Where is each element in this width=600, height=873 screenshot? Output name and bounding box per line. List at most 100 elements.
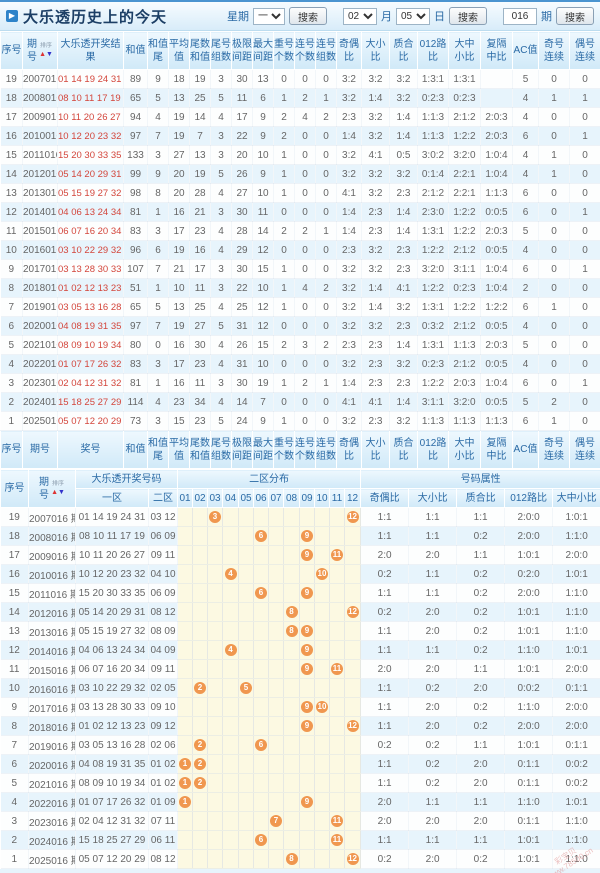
stat-cell: 0 [316, 203, 337, 222]
column-header: 平均值 [169, 32, 190, 70]
column-header: 和值 [124, 32, 148, 70]
issue-search-button[interactable]: 搜索 [556, 7, 594, 25]
stat-cell: 4 [295, 279, 316, 298]
attr-cell: 1:1:0 [553, 812, 600, 831]
stat-cell: 21 [169, 260, 190, 279]
attr-cell: 0:2 [457, 850, 505, 869]
sort-desc-icon[interactable]: ▼ [46, 51, 53, 58]
stat-cell: 2:1:2 [449, 241, 481, 260]
sort-asc-icon[interactable]: ▲ [51, 489, 58, 496]
zone-cell [223, 774, 239, 793]
attr-cell: 1:1:0 [553, 831, 600, 850]
zone-cell [345, 831, 361, 850]
table-row: 11201501606 07 16 20 34 09 1183317234281… [1, 222, 600, 241]
stat-cell: 4 [211, 336, 232, 355]
stat-cell: 6 [513, 298, 539, 317]
column-header: 复隔中比 [481, 32, 513, 70]
stat-cell: 1:1:3 [449, 336, 481, 355]
zone-cell [254, 679, 269, 698]
zone-cell: 2 [193, 679, 208, 698]
zone-cell [345, 755, 361, 774]
column-header: 09 [300, 489, 315, 508]
number-ball: 9 [301, 625, 313, 637]
zone-cell [223, 622, 239, 641]
row-issue: 2020016 [23, 317, 58, 336]
week-search-button[interactable]: 搜索 [289, 7, 327, 25]
front-numbers: 03 10 22 29 32 [58, 245, 121, 256]
zone-cell [193, 793, 208, 812]
column-header: 和值尾 [148, 431, 169, 469]
stat-cell: 2 [316, 108, 337, 127]
back-zone-numbers: 03 12 [149, 508, 178, 527]
stat-cell: 3 [148, 355, 169, 374]
zone-cell [223, 660, 239, 679]
zone-cell [315, 793, 330, 812]
stat-cell: 1:1:3 [418, 108, 449, 127]
zone-cell [284, 717, 300, 736]
zone-cell [345, 584, 361, 603]
stat-cell: 30 [232, 203, 253, 222]
zone-cell [330, 622, 345, 641]
stat-cell: 3:2 [362, 317, 390, 336]
zone-cell [284, 660, 300, 679]
row-seq: 15 [1, 584, 29, 603]
column-header: 尾数和值 [190, 431, 211, 469]
table-row: 92017016 期03 13 28 30 3309 109101:12:00:… [1, 698, 600, 717]
week-select[interactable]: 一 [253, 8, 285, 25]
zone-cell [178, 717, 193, 736]
column-header: 一区 [76, 489, 149, 508]
month-select[interactable]: 02 [343, 8, 377, 25]
attr-cell: 1:1 [457, 546, 505, 565]
zone-cell [254, 755, 269, 774]
stat-cell: 27 [232, 184, 253, 203]
stat-cell: 0 [539, 70, 570, 89]
stat-cell: 9 [253, 412, 274, 431]
attr-cell: 2:0 [361, 546, 409, 565]
front-numbers: 10 12 20 23 32 [58, 131, 121, 142]
stat-cell: 31 [232, 355, 253, 374]
sort-desc-icon[interactable]: ▼ [58, 489, 65, 496]
front-zone-numbers: 01 02 12 13 23 [76, 717, 149, 736]
stat-cell: 1:4 [337, 374, 362, 393]
stat-cell: 0 [316, 317, 337, 336]
attr-cell: 2:0 [409, 603, 457, 622]
stat-cell: 1 [570, 374, 600, 393]
sort-asc-icon[interactable]: ▲ [39, 51, 46, 58]
row-issue: 2017016 [23, 260, 58, 279]
zone-cell [239, 717, 254, 736]
stat-cell: 99 [124, 165, 148, 184]
zone-cell [315, 850, 330, 869]
number-ball: 3 [209, 511, 221, 523]
stat-cell: 3:2 [390, 89, 418, 108]
issue-input[interactable] [503, 8, 537, 25]
date-search-button[interactable]: 搜索 [449, 7, 487, 25]
number-ball: 10 [316, 701, 328, 713]
stat-cell: 0 [539, 203, 570, 222]
stat-cell: 1 [274, 412, 295, 431]
zone-cell [193, 717, 208, 736]
front-zone-numbers: 03 10 22 29 32 [76, 679, 149, 698]
stat-cell: 0 [316, 165, 337, 184]
stat-cell: 3:2 [362, 184, 390, 203]
number-ball: 11 [331, 834, 343, 846]
bottom-strip [0, 869, 600, 873]
day-select[interactable]: 05 [396, 8, 430, 25]
stat-cell: 2 [295, 222, 316, 241]
zone-cell [193, 698, 208, 717]
attr-cell: 0:2 [409, 679, 457, 698]
front-zone-numbers: 01 07 17 26 32 [76, 793, 149, 812]
stat-cell: 19 [169, 317, 190, 336]
zone-cell [178, 546, 193, 565]
zone-cell: 6 [254, 527, 269, 546]
table-row: 13201301605 15 19 27 32 08 0998820284271… [1, 184, 600, 203]
row-seq: 17 [1, 108, 23, 127]
attr-cell: 1:1 [457, 793, 505, 812]
stat-cell: 1 [539, 412, 570, 431]
stat-cell: 0 [539, 260, 570, 279]
zone-cell [208, 736, 223, 755]
attr-cell: 0:2 [457, 698, 505, 717]
zone-cell [239, 774, 254, 793]
row-issue: 2015016 [23, 222, 58, 241]
stat-cell: 1 [570, 89, 600, 108]
zone-cell [239, 508, 254, 527]
